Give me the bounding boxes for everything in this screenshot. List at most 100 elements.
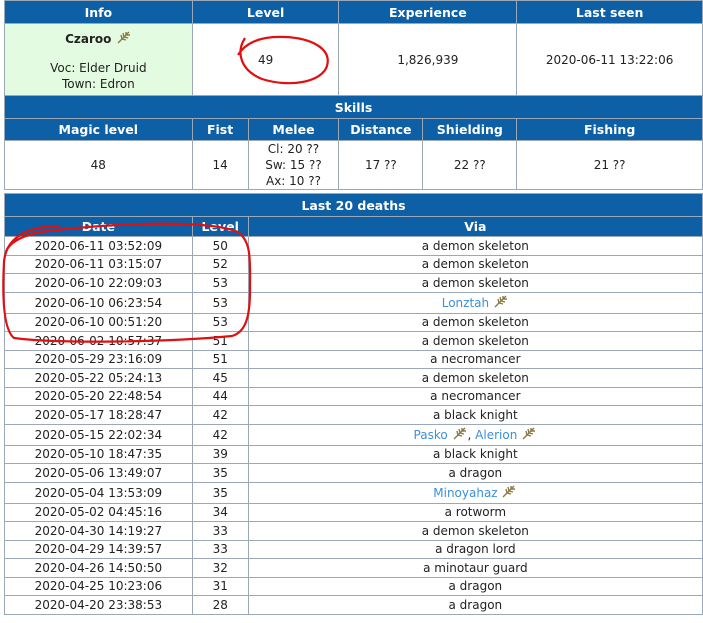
death-cause: a demon skeleton [421, 315, 529, 330]
deaths-table: Last 20 deaths Date Level Via 2020-06-11… [4, 193, 703, 615]
skill-fist: 14 [191, 140, 249, 190]
death-level: 28 [191, 595, 249, 615]
death-cause: a necromancer [430, 352, 521, 367]
death-row: 2020-05-10 18:47:35 39 a black knight [4, 444, 703, 464]
death-row: 2020-05-22 05:24:13 45 a demon skeleton [4, 368, 703, 388]
death-cause: a necromancer [430, 389, 521, 404]
death-via: a demon skeleton [247, 273, 703, 293]
death-via: Pasko , Alerion [247, 423, 703, 446]
death-level: 50 [191, 236, 249, 256]
death-level: 51 [191, 331, 249, 351]
feather-icon [494, 295, 507, 308]
death-level: 33 [191, 521, 249, 541]
death-cause: a demon skeleton [421, 333, 529, 348]
death-level: 53 [191, 273, 249, 293]
death-cause: a demon skeleton [421, 257, 529, 272]
death-via: a black knight [247, 444, 703, 464]
skill-melee-axe: Ax: 10 ?? [265, 174, 321, 188]
death-via: a dragon [247, 595, 703, 615]
death-cause: a demon skeleton [421, 370, 529, 385]
death-level: 44 [191, 386, 249, 406]
skill-magic-level: 48 [4, 140, 193, 190]
header-death-level: Level [191, 216, 249, 237]
skill-melee: Cl: 20 ?? Sw: 15 ?? Ax: 10 ?? [247, 140, 340, 190]
character-name[interactable]: Czaroo [65, 32, 111, 46]
death-row: 2020-06-11 03:52:09 50 a demon skeleton [4, 236, 703, 256]
death-level: 39 [191, 444, 249, 464]
character-last-seen: 2020-06-11 13:22:06 [516, 23, 703, 97]
death-cause: a black knight [433, 447, 518, 462]
header-melee: Melee [247, 118, 340, 141]
skill-melee-club: Cl: 20 ?? [267, 142, 320, 156]
death-level: 32 [191, 558, 249, 578]
death-row: 2020-04-25 10:23:06 31 a dragon [4, 576, 703, 596]
death-level: 35 [191, 463, 249, 483]
death-row: 2020-05-04 13:53:09 35 Minoyahaz [4, 481, 703, 504]
death-date: 2020-04-20 23:38:53 [4, 595, 193, 615]
death-date: 2020-06-10 22:09:03 [4, 273, 193, 293]
header-fist: Fist [191, 118, 249, 141]
feather-icon [522, 427, 536, 440]
death-date: 2020-05-04 13:53:09 [4, 481, 193, 504]
character-experience: 1,826,939 [338, 23, 518, 97]
death-via: a demon skeleton [247, 521, 703, 541]
death-via: a demon skeleton [247, 331, 703, 351]
death-row: 2020-06-10 22:09:03 53 a demon skeleton [4, 273, 703, 293]
death-row: 2020-04-26 14:50:50 32 a minotaur guard [4, 558, 703, 578]
death-date: 2020-04-25 10:23:06 [4, 576, 193, 596]
header-shielding: Shielding [422, 118, 518, 141]
death-via: a rotworm [247, 502, 703, 522]
death-level: 33 [191, 539, 249, 559]
death-rows: 2020-06-11 03:52:09 50 a demon skeleton 202… [4, 236, 703, 615]
skills-title: Skills [4, 95, 703, 119]
death-level: 51 [191, 349, 249, 369]
header-experience: Experience [338, 0, 518, 24]
header-fishing: Fishing [516, 118, 703, 141]
death-cause: a dragon [448, 465, 503, 480]
death-via: a dragon lord [247, 539, 703, 559]
header-last-seen: Last seen [516, 0, 703, 24]
death-via: a demon skeleton [247, 312, 703, 332]
header-distance: Distance [338, 118, 424, 141]
killer-link[interactable]: Minoyahaz [433, 486, 497, 500]
death-via: Lonztah [247, 291, 703, 314]
header-level: Level [191, 0, 340, 24]
death-level: 45 [191, 368, 249, 388]
skill-fishing: 21 ?? [516, 140, 703, 190]
death-date: 2020-05-22 05:24:13 [4, 368, 193, 388]
death-cause: a black knight [433, 407, 518, 422]
skill-shielding: 22 ?? [422, 140, 518, 190]
death-cause: a dragon lord [435, 542, 516, 557]
death-date: 2020-05-06 13:49:07 [4, 463, 193, 483]
death-row: 2020-05-17 18:28:47 42 a black knight [4, 405, 703, 425]
skills-table: Skills Magic level Fist Melee Distance S… [4, 95, 703, 190]
death-date: 2020-06-11 03:15:07 [4, 254, 193, 274]
death-row: 2020-06-02 10:57:37 51 a demon skeleton [4, 331, 703, 351]
death-date: 2020-05-29 23:16:09 [4, 349, 193, 369]
death-via: a dragon [247, 463, 703, 483]
death-date: 2020-05-15 22:02:34 [4, 423, 193, 446]
death-via: a demon skeleton [247, 254, 703, 274]
death-date: 2020-04-26 14:50:50 [4, 558, 193, 578]
skill-distance: 17 ?? [338, 140, 424, 190]
header-via: Via [247, 216, 703, 237]
skill-melee-sword: Sw: 15 ?? [265, 158, 322, 172]
death-cause: a dragon [448, 597, 503, 612]
death-cause: a rotworm [444, 505, 507, 520]
death-row: 2020-05-06 13:49:07 35 a dragon [4, 463, 703, 483]
death-date: 2020-05-10 18:47:35 [4, 444, 193, 464]
death-level: 31 [191, 576, 249, 596]
death-date: 2020-04-30 14:19:27 [4, 521, 193, 541]
death-via: a black knight [247, 405, 703, 425]
killer-link[interactable]: Lonztah [442, 296, 489, 310]
killer-link[interactable]: Alerion [475, 428, 517, 442]
death-cause: a demon skeleton [421, 523, 529, 538]
death-row: 2020-04-30 14:19:27 33 a demon skeleton [4, 521, 703, 541]
character-info-cell: Czaroo Voc: Elder Druid Town: Edron [4, 23, 193, 97]
death-cause: a demon skeleton [421, 275, 529, 290]
character-info-table: Info Level Experience Last seen Czaroo V… [4, 0, 703, 97]
character-vocation: Voc: Elder Druid [50, 61, 147, 75]
death-cause: a minotaur guard [423, 560, 528, 575]
killer-link[interactable]: Pasko [414, 428, 448, 442]
death-via: a demon skeleton [247, 368, 703, 388]
